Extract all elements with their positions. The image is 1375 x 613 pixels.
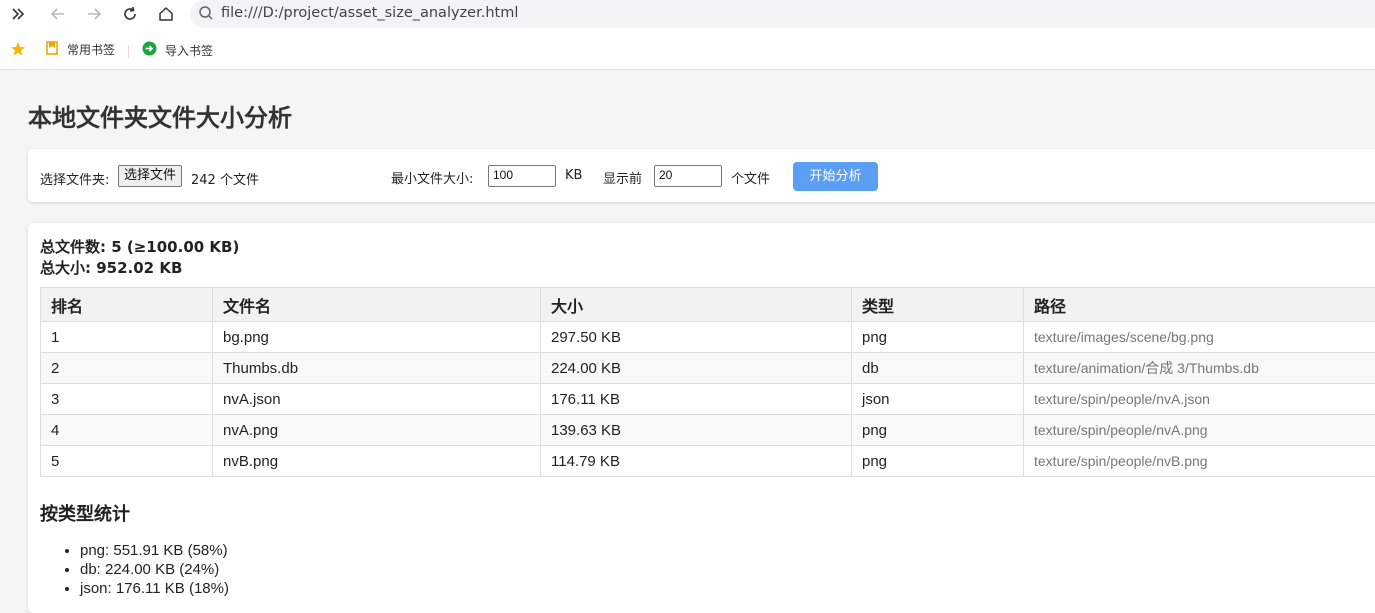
cell-rank: 1 bbox=[41, 322, 213, 353]
header-filename[interactable]: 文件名 bbox=[213, 288, 541, 322]
cell-type: db bbox=[852, 353, 1024, 384]
header-path[interactable]: 路径 bbox=[1024, 288, 1375, 322]
bookmark-common[interactable]: 常用书签 bbox=[45, 41, 115, 58]
bookmark-import[interactable]: 导入书签 bbox=[142, 41, 213, 59]
cell-filename: bg.png bbox=[213, 322, 541, 353]
folder-label: 选择文件夹: bbox=[40, 169, 109, 188]
top-n-unit: 个文件 bbox=[731, 168, 770, 187]
cell-path: texture/spin/people/nvA.json bbox=[1024, 384, 1375, 415]
files-table: 排名 文件名 大小 类型 路径 1 bg.png 297.50 KB png t… bbox=[40, 287, 1375, 477]
list-item: png: 551.91 KB (58%) bbox=[80, 541, 229, 560]
list-item: db: 224.00 KB (24%) bbox=[80, 560, 229, 579]
bookmarks-bar: 常用书签 导入书签 bbox=[0, 38, 1375, 64]
total-size-text: 总大小: 952.02 KB bbox=[40, 258, 239, 279]
table-row: 4 nvA.png 139.63 KB png texture/spin/peo… bbox=[41, 415, 1375, 446]
reload-icon[interactable] bbox=[118, 2, 142, 26]
file-count-text: 242 个文件 bbox=[191, 169, 259, 188]
home-icon[interactable] bbox=[154, 2, 178, 26]
header-type[interactable]: 类型 bbox=[852, 288, 1024, 322]
summary: 总文件数: 5 (≥100.00 KB) 总大小: 952.02 KB bbox=[40, 237, 239, 279]
cell-path: texture/images/scene/bg.png bbox=[1024, 322, 1375, 353]
table-row: 1 bg.png 297.50 KB png texture/images/sc… bbox=[41, 322, 1375, 353]
cell-filename: Thumbs.db bbox=[213, 353, 541, 384]
cell-filename: nvA.png bbox=[213, 415, 541, 446]
cell-type: png bbox=[852, 446, 1024, 477]
cell-type: json bbox=[852, 384, 1024, 415]
type-stats-title: 按类型统计 bbox=[40, 500, 130, 526]
cell-type: png bbox=[852, 322, 1024, 353]
list-item: json: 176.11 KB (18%) bbox=[80, 579, 229, 598]
type-stats-list: png: 551.91 KB (58%) db: 224.00 KB (24%)… bbox=[40, 541, 229, 598]
min-size-input[interactable]: 100 bbox=[488, 165, 556, 187]
table-header-row: 排名 文件名 大小 类型 路径 bbox=[41, 288, 1375, 322]
browser-toolbar: file:///D:/project/asset_size_analyzer.h… bbox=[0, 0, 1375, 28]
min-size-unit: KB bbox=[565, 168, 582, 183]
header-rank[interactable]: 排名 bbox=[41, 288, 213, 322]
bookmark-star-icon[interactable] bbox=[10, 41, 26, 57]
cell-path: texture/spin/people/nvA.png bbox=[1024, 415, 1375, 446]
browser-chrome: file:///D:/project/asset_size_analyzer.h… bbox=[0, 0, 1375, 70]
cell-size: 297.50 KB bbox=[541, 322, 852, 353]
controls-panel: 选择文件夹: 选择文件 242 个文件 最小文件大小: 100 KB 显示前 2… bbox=[28, 149, 1375, 202]
table-row: 5 nvB.png 114.79 KB png texture/spin/peo… bbox=[41, 446, 1375, 477]
table-row: 2 Thumbs.db 224.00 KB db texture/animati… bbox=[41, 353, 1375, 384]
results-panel: 总文件数: 5 (≥100.00 KB) 总大小: 952.02 KB 排名 文… bbox=[28, 223, 1375, 613]
bookmark-folder-icon bbox=[45, 41, 59, 58]
total-files-text: 总文件数: 5 (≥100.00 KB) bbox=[40, 237, 239, 258]
top-n-label: 显示前 bbox=[603, 168, 642, 187]
cell-type: png bbox=[852, 415, 1024, 446]
cell-path: texture/animation/合成 3/Thumbs.db bbox=[1024, 353, 1375, 384]
top-n-input[interactable]: 20 bbox=[654, 165, 722, 187]
cell-rank: 5 bbox=[41, 446, 213, 477]
bookmark-divider bbox=[128, 45, 129, 58]
choose-file-button[interactable]: 选择文件 bbox=[118, 165, 182, 187]
cell-rank: 4 bbox=[41, 415, 213, 446]
header-size[interactable]: 大小 bbox=[541, 288, 852, 322]
forward-icon[interactable] bbox=[82, 2, 106, 26]
search-icon bbox=[198, 5, 214, 26]
min-size-label: 最小文件大小: bbox=[391, 168, 473, 187]
cell-size: 114.79 KB bbox=[541, 446, 852, 477]
address-bar[interactable]: file:///D:/project/asset_size_analyzer.h… bbox=[190, 0, 1375, 28]
cell-filename: nvB.png bbox=[213, 446, 541, 477]
bookmark-import-label: 导入书签 bbox=[165, 42, 213, 59]
cell-rank: 3 bbox=[41, 384, 213, 415]
cell-size: 176.11 KB bbox=[541, 384, 852, 415]
bookmark-common-label: 常用书签 bbox=[67, 41, 115, 58]
cell-size: 224.00 KB bbox=[541, 353, 852, 384]
url-text[interactable]: file:///D:/project/asset_size_analyzer.h… bbox=[221, 5, 518, 21]
page-title: 本地文件夹文件大小分析 bbox=[28, 98, 292, 133]
table-row: 3 nvA.json 176.11 KB json texture/spin/p… bbox=[41, 384, 1375, 415]
cell-filename: nvA.json bbox=[213, 384, 541, 415]
back-icon[interactable] bbox=[46, 2, 70, 26]
cell-size: 139.63 KB bbox=[541, 415, 852, 446]
import-icon bbox=[142, 41, 157, 59]
cell-rank: 2 bbox=[41, 353, 213, 384]
cell-path: texture/spin/people/nvB.png bbox=[1024, 446, 1375, 477]
analyze-button[interactable]: 开始分析 bbox=[793, 162, 878, 191]
sidebar-toggle-icon[interactable] bbox=[6, 2, 30, 26]
